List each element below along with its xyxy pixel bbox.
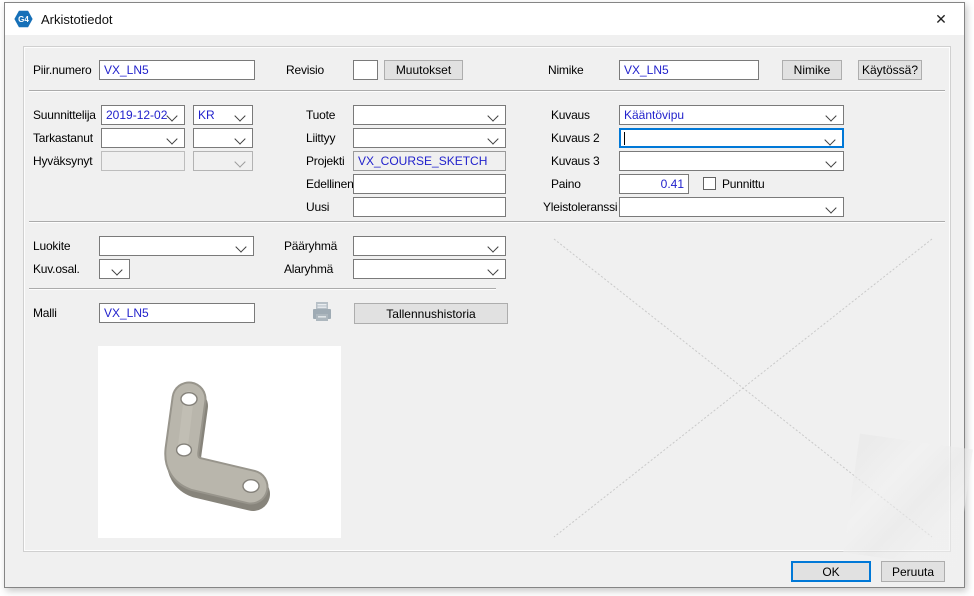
suunnittelija-signature-combo[interactable]: KR [193,105,253,125]
separator [29,288,496,290]
close-icon[interactable]: ✕ [926,8,956,31]
kuv-osal-combo[interactable] [99,259,130,279]
projekti-field[interactable]: VX_COURSE_SKETCH [353,151,506,171]
malli-label: Malli [33,306,57,321]
piir-numero-value: VX_LN5 [104,63,149,77]
hyvaksynyt-date-field [101,151,185,171]
tallennushistoria-button[interactable]: Tallennushistoria [354,303,508,324]
archive-info-dialog: G4 Arkistotiedot ✕ Piir.numero VX_LN5 Re… [4,2,965,588]
chevron-down-icon [824,134,835,145]
chevron-down-icon [235,241,246,252]
title-bar[interactable]: G4 Arkistotiedot ✕ [5,3,964,35]
chevron-down-icon [487,110,498,121]
chevron-down-icon [825,110,836,121]
suunnittelija-signature-value: KR [198,108,215,122]
revisio-field[interactable] [353,60,378,80]
piir-numero-label: Piir.numero [33,63,92,78]
muutokset-button[interactable]: Muutokset [384,60,463,80]
uusi-label: Uusi [306,200,329,215]
paino-label: Paino [551,177,581,192]
text-caret [624,132,625,145]
kuvaus2-label: Kuvaus 2 [551,131,599,146]
luokite-combo[interactable] [99,236,254,256]
kuv-osal-label: Kuv.osal. [33,262,80,277]
luokite-label: Luokite [33,239,70,254]
app-icon: G4 [14,10,33,28]
edellinen-label: Edellinen [306,177,354,192]
alaryhma-combo[interactable] [353,259,506,279]
chevron-down-icon [487,264,498,275]
paino-value: 0.41 [661,177,684,191]
malli-value: VX_LN5 [104,306,149,320]
hyvaksynyt-label: Hyväksynyt [33,154,92,169]
punnittu-label[interactable]: Punnittu [722,177,764,192]
dialog-title: Arkistotiedot [41,12,113,27]
piir-numero-field[interactable]: VX_LN5 [99,60,255,80]
kaytossa-button[interactable]: Käytössä? [858,60,922,80]
liittyy-combo[interactable] [353,128,506,148]
chevron-down-icon [234,110,245,121]
revisio-label: Revisio [286,63,324,78]
chevron-down-icon [166,133,177,144]
paaryhma-combo[interactable] [353,236,506,256]
nimike-label: Nimike [548,63,583,78]
projekti-label: Projekti [306,154,344,169]
projekti-value: VX_COURSE_SKETCH [358,154,487,168]
nimike-value: VX_LN5 [624,63,669,77]
suunnittelija-label: Suunnittelija [33,108,96,123]
peruuta-button[interactable]: Peruuta [881,561,945,582]
chevron-down-icon [825,202,836,213]
kuvaus-label: Kuvaus [551,108,590,123]
alaryhma-label: Alaryhmä [284,262,333,277]
kuvaus3-label: Kuvaus 3 [551,154,599,169]
part-preview-image [98,346,341,538]
chevron-down-icon [234,133,245,144]
tarkastanut-signature-combo[interactable] [193,128,253,148]
chevron-down-icon [487,241,498,252]
kuvaus-combo[interactable]: Kääntövipu [619,105,844,125]
tuote-label: Tuote [306,108,335,123]
chevron-down-icon [487,133,498,144]
yleistoleranssi-combo[interactable] [619,197,844,217]
paino-field[interactable]: 0.41 [619,174,689,194]
watermark-reflection [843,434,973,569]
kuvaus2-combo[interactable] [619,128,844,148]
tarkastanut-date-combo[interactable] [101,128,185,148]
printer-icon [311,300,333,324]
tuote-combo[interactable] [353,105,506,125]
nimike-field[interactable]: VX_LN5 [619,60,759,80]
ok-button[interactable]: OK [791,561,871,582]
separator [29,90,945,92]
bracket-part-drawing [98,346,341,538]
yleistoleranssi-label: Yleistoleranssi [543,200,617,215]
edellinen-field[interactable] [353,174,506,194]
chevron-down-icon [825,156,836,167]
suunnittelija-date-value: 2019-12-02 [106,108,167,122]
chevron-down-icon [166,110,177,121]
punnittu-checkbox[interactable] [703,177,716,190]
suunnittelija-date-combo[interactable]: 2019-12-02 [101,105,185,125]
kuvaus3-combo[interactable] [619,151,844,171]
tarkastanut-label: Tarkastanut [33,131,93,146]
hyvaksynyt-signature-combo[interactable] [193,151,253,171]
paaryhma-label: Pääryhmä [284,239,337,254]
kuvaus-value: Kääntövipu [624,108,684,122]
chevron-down-icon [234,156,245,167]
separator [29,221,945,223]
nimike-button[interactable]: Nimike [782,60,842,80]
malli-field[interactable]: VX_LN5 [99,303,255,323]
liittyy-label: Liittyy [306,131,335,146]
uusi-field[interactable] [353,197,506,217]
chevron-down-icon [111,264,122,275]
